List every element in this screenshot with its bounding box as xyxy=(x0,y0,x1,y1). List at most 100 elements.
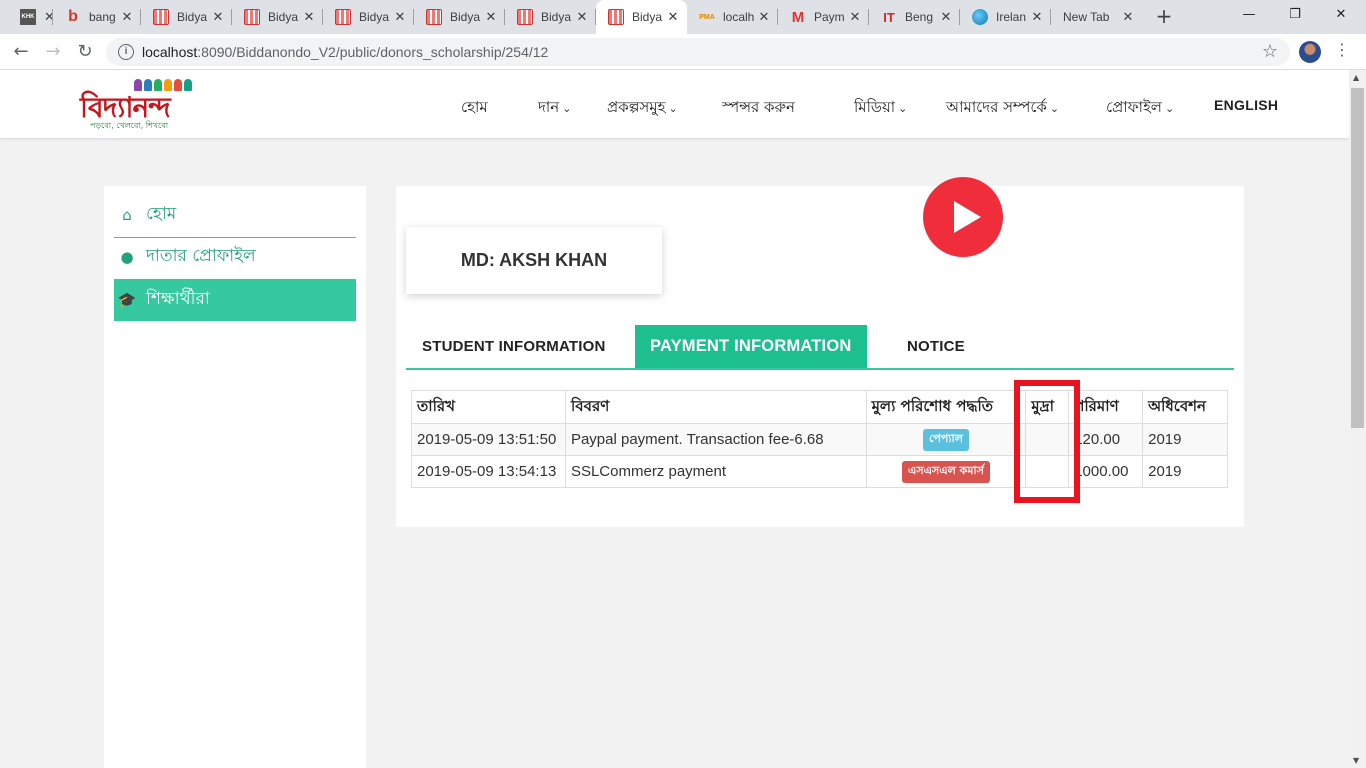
play-icon xyxy=(954,201,981,233)
browser-tab[interactable]: IT Beng ✕ xyxy=(869,0,960,34)
page-scrollbar[interactable]: ▲ ▼ xyxy=(1349,70,1366,768)
bidyanondo-favicon-icon xyxy=(335,9,351,25)
paypal-badge: পেপ্যাল xyxy=(922,428,969,451)
tab-title: Beng xyxy=(905,10,934,24)
scrollbar-thumb[interactable] xyxy=(1351,88,1364,428)
nav-projects[interactable]: প্রকল্পসমুহ ⌄ xyxy=(607,96,678,121)
column-header-date: তারিখ xyxy=(411,390,566,424)
globe-favicon-icon xyxy=(972,9,988,25)
minimize-window-button[interactable]: — xyxy=(1226,0,1272,30)
tab-title: Bidya xyxy=(450,10,481,24)
browser-tab[interactable]: KHK ✕ xyxy=(8,0,55,34)
browser-tab[interactable]: M Paym ✕ xyxy=(778,0,869,34)
cell-date: 2019-05-09 13:51:50 xyxy=(411,423,566,456)
close-tab-icon[interactable]: ✕ xyxy=(665,10,681,25)
tab-title: bang xyxy=(89,10,116,24)
tab-title: Bidya xyxy=(268,10,299,24)
column-header-description: বিবরণ xyxy=(564,390,867,424)
browser-tab[interactable]: Irelan ✕ xyxy=(960,0,1051,34)
tab-title: localh xyxy=(723,10,755,24)
site-info-icon[interactable]: i xyxy=(118,44,134,60)
column-header-payment-method: মুল্য পরিশোধ পদ্ধতি xyxy=(865,390,1027,424)
nav-sponsor[interactable]: স্পন্সর করুন xyxy=(722,96,795,121)
cell-description: Paypal payment. Transaction fee-6.68 xyxy=(564,423,867,456)
column-header-session: অধিবেশন xyxy=(1142,390,1228,424)
tab-title: New Tab xyxy=(1063,10,1110,24)
browser-tab[interactable]: New Tab ✕ xyxy=(1051,0,1142,34)
close-tab-icon[interactable]: ✕ xyxy=(847,10,863,25)
tab-title: Paym xyxy=(814,10,845,24)
browser-tab[interactable]: Bidya ✕ xyxy=(414,0,505,34)
url-text[interactable]: localhost:8090/Biddanondo_V2/public/dono… xyxy=(142,44,548,60)
close-tab-icon[interactable]: ✕ xyxy=(392,10,408,25)
gmail-favicon-icon: M xyxy=(791,8,805,26)
close-tab-icon[interactable]: ✕ xyxy=(210,10,226,25)
play-video-button[interactable] xyxy=(923,177,1003,257)
bookmark-star-icon[interactable]: ☆ xyxy=(1262,41,1278,62)
nav-home[interactable]: হোম xyxy=(461,96,488,121)
browser-tab-active[interactable]: Bidya ✕ xyxy=(596,0,687,34)
browser-tab-strip: KHK ✕ b bang ✕ Bidya ✕ Bidya ✕ Bidya ✕ B… xyxy=(0,0,1366,34)
browser-tab[interactable]: PMA localh ✕ xyxy=(687,0,778,34)
nav-label: প্রকল্পসমুহ xyxy=(607,98,666,116)
sidebar: ⌂ হোম ● দাতার প্রোফাইল 🎓 শিক্ষার্থীরা xyxy=(104,186,366,768)
nav-donate[interactable]: দান ⌄ xyxy=(538,96,571,121)
table-row: 2019-05-09 13:54:13 SSLCommerz payment এ… xyxy=(411,455,1228,488)
it-favicon-icon: IT xyxy=(883,9,895,25)
sidebar-item-home[interactable]: ⌂ হোম xyxy=(114,194,356,236)
close-tab-icon[interactable]: ✕ xyxy=(119,10,135,25)
restore-window-button[interactable]: ❐ xyxy=(1272,0,1318,30)
new-tab-button[interactable]: + xyxy=(1152,5,1176,29)
nav-media[interactable]: মিডিয়া ⌄ xyxy=(854,96,907,121)
close-tab-icon[interactable]: ✕ xyxy=(483,10,499,25)
tab-student-information[interactable]: STUDENT INFORMATION xyxy=(422,325,606,368)
nav-label: হোম xyxy=(461,98,488,116)
cell-session: 2019 xyxy=(1142,423,1228,456)
currency-column-highlight xyxy=(1014,380,1080,503)
graduation-cap-icon: 🎓 xyxy=(117,291,137,309)
sidebar-item-students[interactable]: 🎓 শিক্ষার্থীরা xyxy=(114,279,356,321)
bidyanondo-favicon-icon xyxy=(153,9,169,25)
browser-tab[interactable]: Bidya ✕ xyxy=(141,0,232,34)
nav-about-us[interactable]: আমাদের সম্পর্কে ⌄ xyxy=(946,96,1059,121)
reload-button[interactable]: ↻ xyxy=(73,40,97,64)
site-logo[interactable]: বিদ্যানন্দ পড়বো, খেলবো, শিখবো xyxy=(80,76,200,134)
browser-tab[interactable]: Bidya ✕ xyxy=(505,0,596,34)
chevron-down-icon: ⌄ xyxy=(668,102,678,115)
browser-tab[interactable]: Bidya ✕ xyxy=(323,0,414,34)
sidebar-item-label: দাতার প্রোফাইল xyxy=(146,246,256,266)
nav-profile[interactable]: প্রোফাইল ⌄ xyxy=(1106,96,1174,121)
close-tab-icon[interactable]: ✕ xyxy=(574,10,590,25)
browser-tab[interactable]: Bidya ✕ xyxy=(232,0,323,34)
nav-label: মিডিয়া xyxy=(854,98,896,116)
nav-english[interactable]: ENGLISH xyxy=(1214,97,1278,113)
back-button[interactable]: ← xyxy=(9,40,33,64)
tab-notice[interactable]: NOTICE xyxy=(907,325,965,368)
close-tab-icon[interactable]: ✕ xyxy=(301,10,317,25)
bidyanondo-favicon-icon xyxy=(517,9,533,25)
bidyanondo-favicon-icon xyxy=(608,9,624,25)
browser-tab[interactable]: b bang ✕ xyxy=(53,0,141,34)
browser-menu-icon[interactable]: ⋮ xyxy=(1334,40,1350,59)
chevron-down-icon: ⌄ xyxy=(898,102,908,115)
profile-avatar[interactable] xyxy=(1299,41,1321,63)
address-bar[interactable]: i localhost:8090/Biddanondo_V2/public/do… xyxy=(106,38,1290,66)
scroll-down-icon[interactable]: ▼ xyxy=(1353,756,1359,765)
tab-payment-information[interactable]: PAYMENT INFORMATION xyxy=(635,325,867,368)
scroll-up-icon[interactable]: ▲ xyxy=(1353,73,1359,82)
url-path: :8090/Biddanondo_V2/public/donors_schola… xyxy=(197,44,549,60)
sidebar-item-label: শিক্ষার্থীরা xyxy=(146,289,210,309)
payment-table: তারিখ বিবরণ মুল্য পরিশোধ পদ্ধতি মুদ্রা প… xyxy=(411,390,1228,488)
forward-button[interactable]: → xyxy=(41,40,65,64)
close-tab-icon[interactable]: ✕ xyxy=(1029,10,1045,25)
sidebar-item-donor-profile[interactable]: ● দাতার প্রোফাইল xyxy=(114,236,356,278)
khk-favicon-icon: KHK xyxy=(20,9,36,25)
close-tab-icon[interactable]: ✕ xyxy=(756,10,772,25)
close-window-button[interactable]: ✕ xyxy=(1318,0,1364,30)
close-tab-icon[interactable]: ✕ xyxy=(1120,10,1136,25)
browser-toolbar: ← → ↻ i localhost:8090/Biddanondo_V2/pub… xyxy=(0,34,1366,70)
close-tab-icon[interactable]: ✕ xyxy=(938,10,954,25)
chevron-down-icon: ⌄ xyxy=(562,102,572,115)
home-icon: ⌂ xyxy=(122,206,132,224)
url-host: localhost xyxy=(142,44,198,60)
